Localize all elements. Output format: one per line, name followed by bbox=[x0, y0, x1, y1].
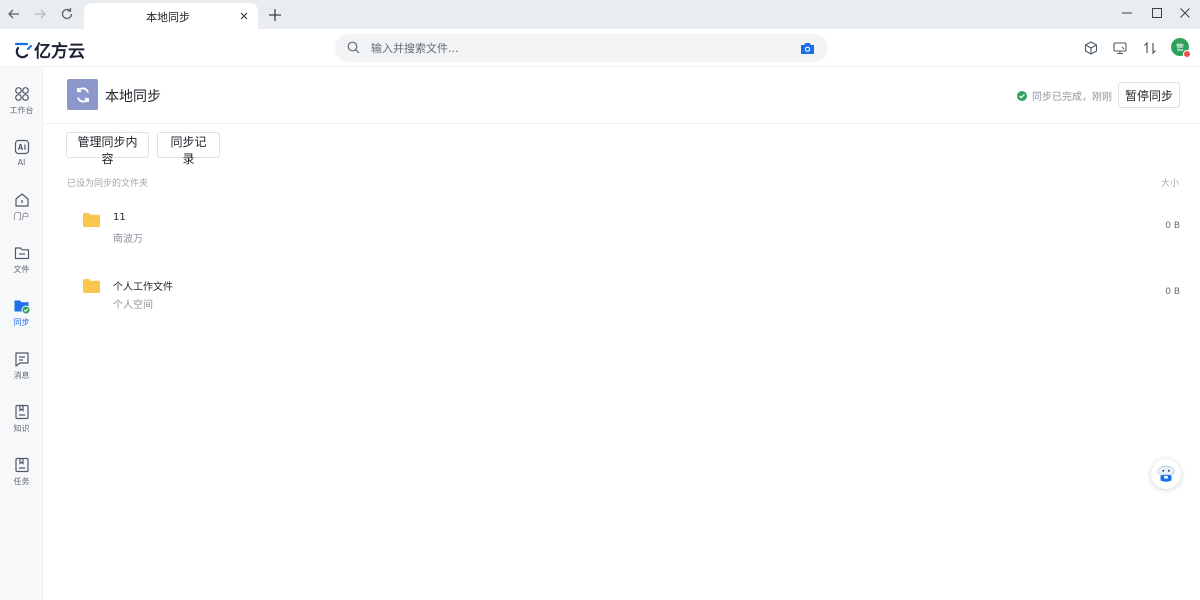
sidebar-item-label: 工作台 bbox=[9, 106, 34, 115]
sidebar-item-tasks[interactable]: 任务 bbox=[0, 455, 43, 499]
sidebar-item-workbench[interactable]: 工作台 bbox=[0, 84, 43, 128]
maximize-icon bbox=[1152, 8, 1162, 18]
folder-icon bbox=[83, 279, 100, 293]
sidebar-item-label: 文件 bbox=[13, 265, 30, 274]
book-icon bbox=[14, 404, 29, 420]
search-bar[interactable] bbox=[335, 34, 828, 62]
page-title: 本地同步 bbox=[105, 89, 161, 105]
cube-icon bbox=[1084, 41, 1098, 55]
monitor-icon bbox=[1113, 42, 1127, 55]
sidebar-item-knowledge[interactable]: 知识 bbox=[0, 402, 43, 446]
assistant-button[interactable] bbox=[1151, 459, 1181, 489]
new-tab-icon[interactable] bbox=[268, 8, 282, 22]
forward-button[interactable] bbox=[29, 4, 51, 24]
message-icon bbox=[14, 352, 29, 367]
maximize-button[interactable] bbox=[1149, 5, 1165, 21]
minimize-icon bbox=[1122, 12, 1132, 14]
folder-icon bbox=[14, 247, 29, 260]
sidebar-item-label: 知识 bbox=[13, 424, 30, 433]
sidebar-item-label: 任务 bbox=[13, 477, 30, 486]
folder-owner: 个人空间 bbox=[113, 300, 153, 311]
close-window-button[interactable] bbox=[1177, 5, 1193, 21]
sidebar-item-label: AI bbox=[17, 158, 26, 167]
logo[interactable]: 亿方云 bbox=[15, 37, 85, 62]
folder-icon bbox=[83, 213, 100, 227]
tab-title: 本地同步 bbox=[146, 11, 190, 24]
notification-badge bbox=[1183, 50, 1191, 58]
sync-record-button[interactable]: 同步记录 bbox=[157, 132, 220, 166]
folder-name: 11 bbox=[113, 212, 126, 223]
section-label: 已设为同步的文件夹 bbox=[67, 179, 149, 189]
monitor-button[interactable] bbox=[1112, 40, 1128, 56]
arrow-right-icon bbox=[35, 9, 46, 19]
sidebar-item-portal[interactable]: 门户 bbox=[0, 190, 43, 234]
arrow-left-icon bbox=[8, 9, 19, 19]
sidebar-item-label: 消息 bbox=[13, 371, 30, 380]
sidebar-item-ai[interactable]: AI bbox=[0, 137, 43, 181]
sidebar-item-sync[interactable]: 同步 bbox=[0, 296, 43, 340]
app-header: 亿方云 管 bbox=[0, 29, 1200, 67]
folder-size: 0 B bbox=[1165, 221, 1180, 231]
task-icon bbox=[14, 457, 29, 473]
assistant-mascot-icon bbox=[1157, 465, 1175, 482]
reload-button[interactable] bbox=[56, 4, 78, 24]
sidebar-item-label: 门户 bbox=[13, 212, 30, 221]
cube-button[interactable] bbox=[1083, 40, 1099, 56]
back-button[interactable] bbox=[3, 4, 25, 24]
close-icon bbox=[1180, 8, 1190, 18]
sync-folder-icon bbox=[14, 300, 30, 314]
folder-size: 0 B bbox=[1165, 287, 1180, 297]
size-column-header: 大小 bbox=[1160, 179, 1179, 189]
ai-icon bbox=[14, 139, 29, 155]
close-icon[interactable] bbox=[238, 10, 250, 22]
grid-icon bbox=[14, 87, 29, 101]
sidebar-item-files[interactable]: 文件 bbox=[0, 243, 43, 287]
pause-sync-button[interactable]: 暂停同步 bbox=[1118, 82, 1180, 108]
home-icon bbox=[14, 193, 29, 207]
sync-status: 同步已完成，刚刚 bbox=[1017, 88, 1112, 103]
minimize-button[interactable] bbox=[1119, 5, 1135, 21]
status-text: 同步已完成，刚刚 bbox=[1032, 92, 1112, 103]
logo-text: 亿方云 bbox=[34, 42, 85, 62]
logo-icon bbox=[15, 42, 32, 59]
browser-tab[interactable]: 本地同步 bbox=[84, 3, 258, 29]
check-circle-icon bbox=[1017, 90, 1027, 101]
camera-icon[interactable] bbox=[800, 41, 815, 55]
sidebar: 工作台 AI 门户 文件 同步 消息 知识 任务 bbox=[0, 67, 43, 600]
sync-icon bbox=[67, 79, 98, 110]
folder-row[interactable]: 个人工作文件 个人空间 0 B bbox=[67, 272, 1180, 328]
browser-chrome: 本地同步 bbox=[0, 0, 1200, 29]
manage-sync-content-button[interactable]: 管理同步内容 bbox=[66, 132, 149, 166]
search-input[interactable] bbox=[371, 34, 791, 62]
main-content: 本地同步 同步已完成，刚刚 暂停同步 管理同步内容 同步记录 已设为同步的文件夹… bbox=[43, 67, 1200, 600]
folder-row[interactable]: 11 南波万 0 B bbox=[67, 206, 1180, 262]
transfer-icon bbox=[1144, 41, 1156, 55]
title-bar: 本地同步 同步已完成，刚刚 暂停同步 bbox=[43, 67, 1200, 124]
search-icon bbox=[347, 41, 360, 54]
sidebar-item-label: 同步 bbox=[13, 318, 30, 327]
transfer-button[interactable] bbox=[1142, 40, 1158, 56]
sidebar-item-messages[interactable]: 消息 bbox=[0, 349, 43, 393]
folder-name: 个人工作文件 bbox=[113, 282, 173, 293]
reload-icon bbox=[61, 8, 73, 20]
folder-owner: 南波万 bbox=[113, 234, 143, 245]
